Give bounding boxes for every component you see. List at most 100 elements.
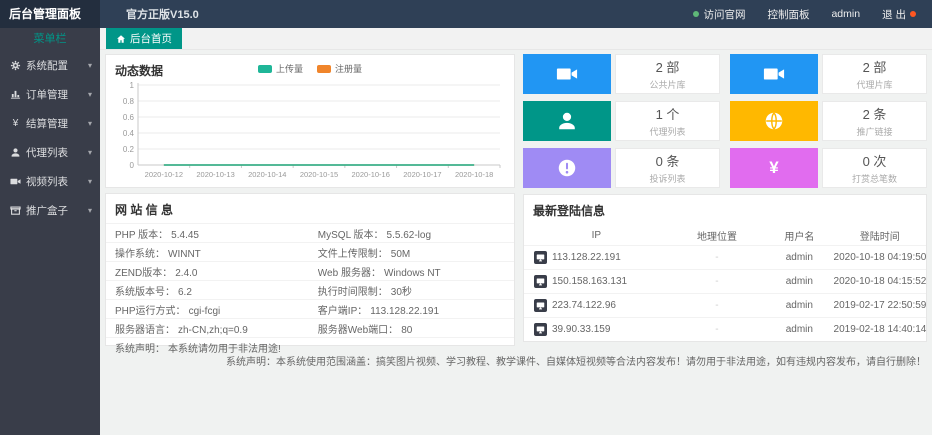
svg-text:1: 1 xyxy=(130,81,135,90)
info-label: 服务器语言： xyxy=(115,325,175,336)
info-value: WINNT xyxy=(168,249,201,260)
info-label: 操作系统： xyxy=(115,249,165,260)
info-label: 系统版本号： xyxy=(115,287,175,298)
info-label: 服务器Web端口： xyxy=(318,325,398,336)
info-value: 30秒 xyxy=(391,287,412,298)
sidebar-item-orders[interactable]: 订单管理 ▾ xyxy=(0,80,100,109)
stat-label: 推广链接 xyxy=(856,125,892,138)
svg-text:2020-10-13: 2020-10-13 xyxy=(196,170,234,179)
yen-icon: ¥ xyxy=(10,118,21,129)
video-camera-icon xyxy=(10,176,21,187)
location-value: - xyxy=(669,324,765,335)
tab-label: 后台首页 xyxy=(130,31,172,46)
info-label: MySQL 版本： xyxy=(318,230,384,241)
info-label: 系统声明： xyxy=(115,344,165,355)
username-value: admin xyxy=(765,324,833,335)
site-info-title: 网 站 信 息 xyxy=(106,194,514,223)
version-label: 官方正版V15.0 xyxy=(126,6,199,22)
info-value: 5.4.45 xyxy=(171,230,199,241)
chevron-down-icon: ▾ xyxy=(88,119,92,128)
svg-text:0.2: 0.2 xyxy=(123,145,135,154)
ip-value: 150.158.163.131 xyxy=(552,276,627,287)
video-camera-icon xyxy=(523,54,611,94)
username-value: admin xyxy=(765,276,833,287)
legend-item-registrations[interactable]: 注册量 xyxy=(317,62,362,75)
svg-text:0.6: 0.6 xyxy=(123,113,135,122)
ip-monitor-icon xyxy=(534,323,547,336)
site-info-row: PHP运行方式：cgi-fcgi 客户端IP：113.128.22.191 xyxy=(106,299,514,318)
stat-card-complaints[interactable]: 0 条 投诉列表 xyxy=(523,148,720,188)
svg-text:2020-10-18: 2020-10-18 xyxy=(455,170,493,179)
info-value: 50M xyxy=(391,249,410,260)
stat-value: 2 条 xyxy=(863,104,887,123)
stat-label: 公共片库 xyxy=(649,78,685,91)
col-username: 用户名 xyxy=(765,228,833,243)
legend-item-uploads[interactable]: 上传量 xyxy=(258,62,303,75)
nav-control-panel[interactable]: 控制面板 xyxy=(767,7,809,22)
info-label: ZEND版本： xyxy=(115,268,172,279)
site-info-row: PHP 版本：5.4.45 MySQL 版本：5.5.62-log xyxy=(106,223,514,242)
stat-card-tips-total[interactable]: ¥ 0 次 打赏总笔数 xyxy=(730,148,927,188)
sidebar-item-agents[interactable]: 代理列表 ▾ xyxy=(0,138,100,167)
stat-card-public-library[interactable]: 2 部 公共片库 xyxy=(523,54,720,94)
svg-text:0.4: 0.4 xyxy=(123,129,135,138)
user-icon xyxy=(523,101,611,141)
location-value: - xyxy=(669,276,765,287)
legend-swatch-icon xyxy=(317,65,331,73)
footer-disclaimer: 系统声明：本系统使用范围涵盖：搞笑图片视频、学习教程、教学课件、自媒体短视频等合… xyxy=(105,353,927,368)
stat-value: 1 个 xyxy=(656,104,680,123)
yen-icon: ¥ xyxy=(730,148,818,188)
location-value: - xyxy=(669,300,765,311)
col-ip: IP xyxy=(524,230,669,241)
tab-bar: 后台首页 xyxy=(100,28,932,50)
info-label: 文件上传限制： xyxy=(318,249,388,260)
stat-card-agent-list[interactable]: 1 个 代理列表 xyxy=(523,101,720,141)
info-value: 6.2 xyxy=(178,287,192,298)
sidebar-item-settlement[interactable]: ¥ 结算管理 ▾ xyxy=(0,109,100,138)
chevron-down-icon: ▾ xyxy=(88,206,92,215)
login-time-value: 2019-02-17 22:50:59 xyxy=(834,300,926,311)
bar-chart-icon xyxy=(10,89,21,100)
box-icon xyxy=(10,205,21,216)
login-info-panel: 最新登陆信息 IP 地理位置 用户名 登陆时间 113.128.22.191 - xyxy=(523,194,927,342)
login-table-row: 223.74.122.96 - admin 2019-02-17 22:50:5… xyxy=(524,293,926,317)
user-icon xyxy=(10,147,21,158)
info-label: 执行时间限制： xyxy=(318,287,388,298)
nav-username-label: admin xyxy=(831,8,860,20)
stat-label: 代理片库 xyxy=(856,78,892,91)
svg-text:2020-10-17: 2020-10-17 xyxy=(403,170,441,179)
globe-icon xyxy=(730,101,818,141)
ip-monitor-icon xyxy=(534,275,547,288)
info-value: 2.4.0 xyxy=(175,268,197,279)
info-label: Web 服务器： xyxy=(318,268,381,279)
login-time-value: 2020-10-18 04:15:52 xyxy=(834,276,926,287)
login-time-value: 2020-10-18 04:19:50 xyxy=(834,252,926,263)
nav-username[interactable]: admin xyxy=(831,8,860,20)
sidebar: 菜单栏 系统配置 ▾ 订单管理 ▾ ¥ 结算管理 ▾ 代理列表 ▾ 视频列表 ▾ xyxy=(0,28,100,435)
stat-value: 2 部 xyxy=(863,57,887,76)
legend-swatch-icon xyxy=(258,65,272,73)
stat-cards: 2 部 公共片库 2 部 代理片库 xyxy=(523,54,927,188)
nav-visit-site[interactable]: 访问官网 xyxy=(693,7,745,22)
tab-dashboard-home[interactable]: 后台首页 xyxy=(106,28,182,49)
info-label: 客户端IP： xyxy=(318,306,367,317)
stat-card-promo-links[interactable]: 2 条 推广链接 xyxy=(730,101,927,141)
login-info-title: 最新登陆信息 xyxy=(524,195,926,225)
nav-logout[interactable]: 退 出 xyxy=(882,7,916,22)
site-info-row: 服务器语言：zh-CN,zh;q=0.9 服务器Web端口：80 xyxy=(106,318,514,337)
stat-value: 0 条 xyxy=(656,151,680,170)
ip-value: 39.90.33.159 xyxy=(552,324,610,335)
chevron-down-icon: ▾ xyxy=(88,61,92,70)
stat-card-agent-library[interactable]: 2 部 代理片库 xyxy=(730,54,927,94)
stat-label: 打赏总笔数 xyxy=(852,172,897,185)
exclamation-icon xyxy=(523,148,611,188)
login-table-row: 39.90.33.159 - admin 2019-02-18 14:40:14 xyxy=(524,317,926,341)
info-label: PHP 版本： xyxy=(115,230,168,241)
sidebar-item-system-config[interactable]: 系统配置 ▾ xyxy=(0,51,100,80)
chevron-down-icon: ▾ xyxy=(88,148,92,157)
sidebar-item-videos[interactable]: 视频列表 ▾ xyxy=(0,167,100,196)
legend-label: 上传量 xyxy=(276,62,303,75)
sidebar-item-promo-box[interactable]: 推广盒子 ▾ xyxy=(0,196,100,225)
site-info-panel: 网 站 信 息 PHP 版本：5.4.45 MySQL 版本：5.5.62-lo… xyxy=(105,193,515,346)
login-time-value: 2019-02-18 14:40:14 xyxy=(834,324,926,335)
